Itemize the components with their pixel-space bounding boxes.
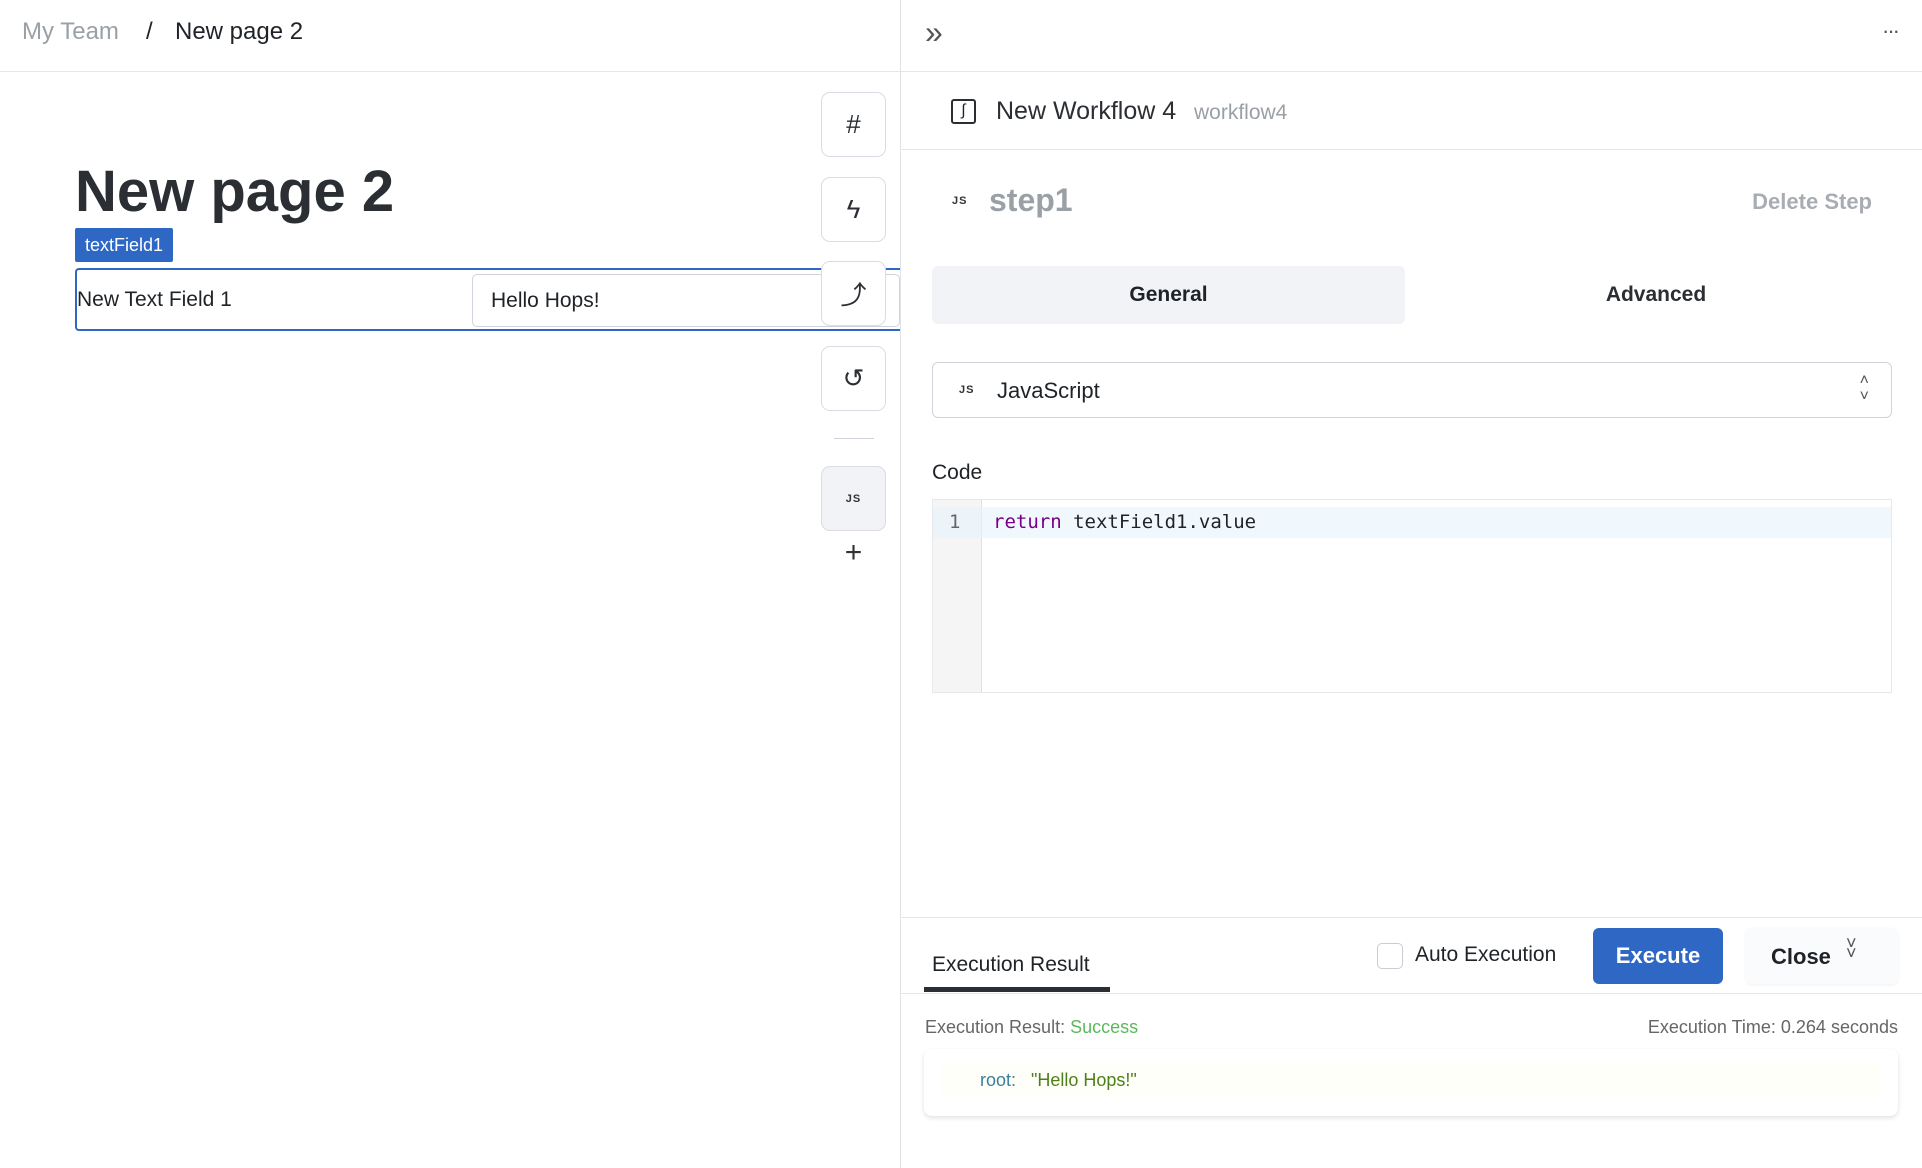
workflow-icon: ∫ <box>951 99 976 124</box>
workflow-id: workflow4 <box>1194 101 1288 124</box>
active-tab-indicator <box>924 987 1110 992</box>
panel-top-bar: » ··· <box>901 0 1922 72</box>
step-name[interactable]: step1 <box>989 182 1073 219</box>
auto-execution-label: Auto Execution <box>1415 943 1557 966</box>
tab-execution-result[interactable]: Execution Result <box>932 953 1090 977</box>
add-icon[interactable]: + <box>841 536 866 570</box>
execute-button[interactable]: Execute <box>1593 928 1723 984</box>
text-field-component[interactable]: New Text Field 1 Hello Hops! <box>75 268 900 331</box>
js-query-button[interactable]: JS <box>821 466 886 531</box>
more-options-icon[interactable]: ··· <box>1882 18 1900 44</box>
hash-icon[interactable]: # <box>821 92 886 157</box>
js-icon: JS <box>952 195 968 207</box>
auto-execution-checkbox[interactable] <box>1377 943 1403 969</box>
component-badge[interactable]: textField1 <box>75 228 174 262</box>
page-title: New page 2 <box>75 159 395 224</box>
code-editor[interactable]: 1 return textField1.value <box>932 499 1892 693</box>
text-field-label: New Text Field 1 <box>77 288 232 311</box>
breadcrumb-page: New page 2 <box>175 18 304 45</box>
breadcrumb-separator: / <box>146 18 153 45</box>
execution-time: Execution Time: 0.264 seconds <box>1647 1017 1898 1037</box>
close-button[interactable]: Close ˅ ˅ <box>1746 928 1898 984</box>
breadcrumb-team[interactable]: My Team <box>22 18 119 46</box>
result-output: root: "Hello Hops!" <box>924 1049 1898 1116</box>
tab-general[interactable]: General <box>932 266 1405 324</box>
js-icon: JS <box>959 384 975 396</box>
language-value: JavaScript <box>997 378 1100 403</box>
workflow-name: New Workflow 4 <box>996 97 1177 125</box>
code-line: return textField1.value <box>993 511 1256 533</box>
result-key: root: <box>980 1070 1017 1090</box>
chevron-double-down-icon: ˅ ˅ <box>1846 933 1857 963</box>
result-tabs-border <box>901 993 1922 994</box>
language-select[interactable]: JS JavaScript ˄ ˅ <box>932 362 1892 418</box>
top-bar: My Team / New page 2 <box>0 0 900 72</box>
workflow-header: ∫ New Workflow 4 workflow4 <box>901 73 1922 150</box>
execution-status: Execution Result: Success <box>925 1017 1138 1038</box>
code-keyword: return <box>993 511 1062 533</box>
tab-advanced[interactable]: Advanced <box>1420 266 1892 324</box>
result-divider <box>901 917 1922 918</box>
chevron-up-down-icon: ˄ ˅ <box>1859 372 1869 405</box>
status-value: Success <box>1070 1017 1139 1037</box>
code-expression: textField1.value <box>1061 511 1257 533</box>
lightning-icon[interactable]: ϟ <box>821 177 886 242</box>
status-prefix: Execution Result: <box>925 1017 1071 1037</box>
line-number: 1 <box>949 511 961 533</box>
result-row: root: "Hello Hops!" <box>941 1063 1881 1097</box>
route-icon[interactable]: ⤴ <box>821 261 886 326</box>
toolbar-divider <box>834 438 874 439</box>
result-value: "Hello Hops!" <box>1031 1070 1137 1090</box>
delete-step-button[interactable]: Delete Step <box>1752 189 1872 215</box>
close-label: Close <box>1771 944 1831 969</box>
collapse-panel-icon[interactable]: » <box>925 14 943 51</box>
code-label: Code <box>932 461 983 484</box>
history-icon[interactable]: ↺ <box>821 346 886 411</box>
